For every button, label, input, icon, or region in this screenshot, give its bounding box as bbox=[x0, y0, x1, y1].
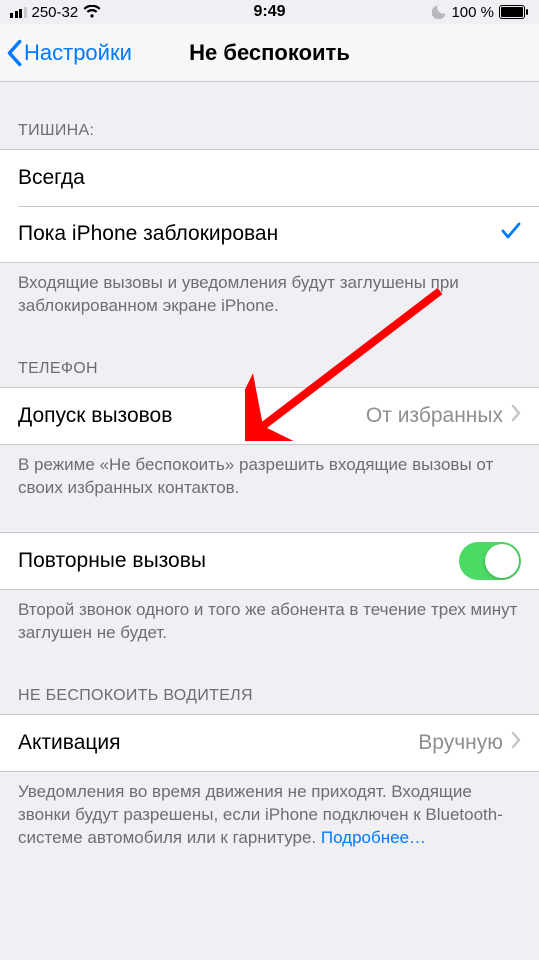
section-header-silence: Тишина: bbox=[0, 82, 539, 149]
settings-content: Тишина: Всегда Пока iPhone заблокирован … bbox=[0, 82, 539, 863]
checkmark-icon bbox=[501, 222, 521, 246]
chevron-right-icon bbox=[511, 404, 521, 428]
chevron-left-icon bbox=[6, 39, 22, 67]
silence-while-locked-label: Пока iPhone заблокирован bbox=[18, 222, 501, 246]
silence-footer: Входящие вызовы и уведомления будут загл… bbox=[0, 263, 539, 332]
status-time: 9:49 bbox=[253, 3, 285, 21]
section-header-phone: Телефон bbox=[0, 332, 539, 387]
silence-always-label: Всегда bbox=[18, 166, 521, 190]
allow-calls-value: От избранных bbox=[366, 404, 503, 428]
switch-knob bbox=[485, 544, 519, 578]
activation-value: Вручную bbox=[418, 731, 503, 755]
signal-icon bbox=[10, 7, 27, 18]
back-label: Настройки bbox=[24, 40, 132, 66]
navigation-bar: Настройки Не беспокоить bbox=[0, 24, 539, 82]
page-title: Не беспокоить bbox=[189, 40, 350, 66]
chevron-right-icon bbox=[511, 731, 521, 755]
repeated-footer: Второй звонок одного и того же абонента … bbox=[0, 590, 539, 659]
silence-always-row[interactable]: Всегда bbox=[0, 150, 539, 206]
repeated-calls-row[interactable]: Повторные вызовы bbox=[0, 533, 539, 589]
phone-footer: В режиме «Не беспокоить» разрешить входя… bbox=[0, 445, 539, 514]
activation-label: Активация bbox=[18, 731, 418, 755]
section-header-driving: Не беспокоить водителя bbox=[0, 659, 539, 714]
silence-while-locked-row[interactable]: Пока iPhone заблокирован bbox=[0, 206, 539, 262]
allow-calls-row[interactable]: Допуск вызовов От избранных bbox=[0, 388, 539, 444]
repeated-calls-label: Повторные вызовы bbox=[18, 549, 459, 573]
driving-footer-text: Уведомления во время движения не приходя… bbox=[18, 782, 503, 847]
allow-calls-label: Допуск вызовов bbox=[18, 404, 366, 428]
wifi-icon bbox=[83, 5, 101, 19]
carrier-label: 250-32 bbox=[32, 4, 79, 21]
driving-footer: Уведомления во время движения не приходя… bbox=[0, 772, 539, 864]
repeated-calls-toggle[interactable] bbox=[459, 542, 521, 580]
learn-more-link[interactable]: Подробнее… bbox=[321, 828, 426, 847]
battery-icon bbox=[499, 5, 529, 19]
battery-percent: 100 % bbox=[451, 4, 494, 21]
back-button[interactable]: Настройки bbox=[6, 39, 132, 67]
status-bar: 250-32 9:49 100 % bbox=[0, 0, 539, 24]
moon-icon bbox=[432, 5, 446, 19]
activation-row[interactable]: Активация Вручную bbox=[0, 715, 539, 771]
